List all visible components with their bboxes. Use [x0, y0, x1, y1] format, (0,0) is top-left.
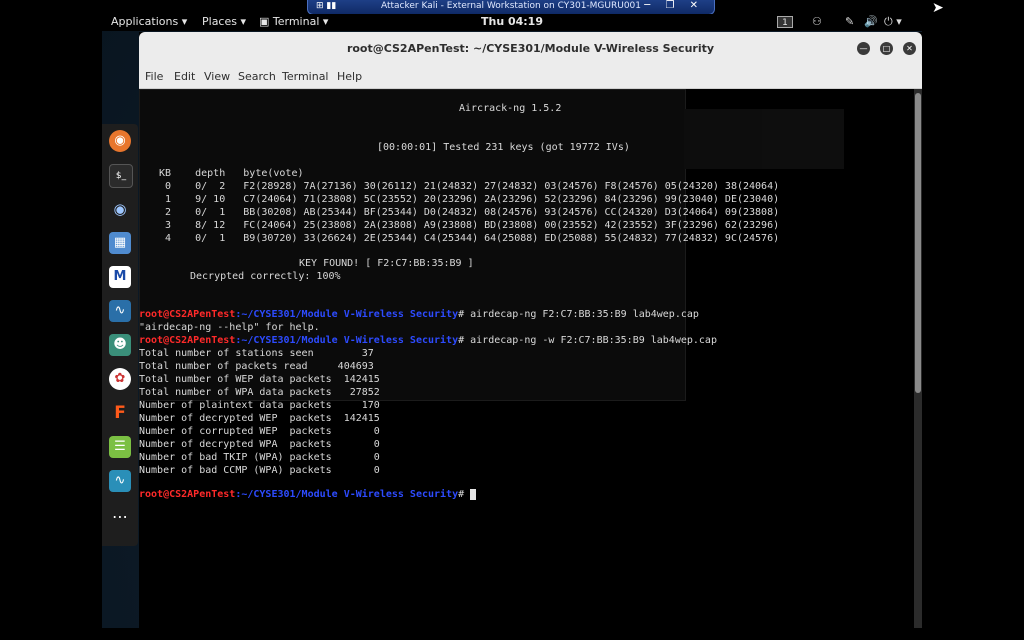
palette-icon[interactable]: ✿	[109, 368, 131, 390]
clock[interactable]: Thu 04:19	[102, 15, 922, 28]
workspace-indicator[interactable]: 1	[777, 16, 793, 28]
wireshark2-icon[interactable]: ∿	[109, 470, 131, 492]
aircrack-header: Aircrack-ng 1.5.2	[459, 103, 562, 114]
metasploit-icon[interactable]: M	[109, 266, 131, 288]
top-panel: Applications ▾ Places ▾ ▣ Terminal ▾ Thu…	[102, 14, 922, 31]
prompt-line: root@CS2APenTest:~/CYSE301/Module V-Wire…	[139, 334, 717, 347]
menu-terminal[interactable]: Terminal	[282, 70, 329, 83]
menu-search[interactable]: Search	[238, 70, 276, 83]
stat-line: Total number of WEP data packets 142415	[139, 374, 380, 385]
prompt-symbol: #	[458, 489, 465, 500]
aircrack-status: [00:00:01] Tested 231 keys (got 19772 IV…	[377, 142, 630, 153]
close-button[interactable]: ✕	[903, 42, 916, 55]
prompt-path: :~/CYSE301/Module V-Wireless Security	[235, 335, 459, 346]
vm-window-controls[interactable]: ─ ❐ ✕	[644, 0, 704, 11]
key-found: KEY FOUND! [ F2:C7:BB:35:B9 ]	[299, 258, 474, 269]
prompt-user: root@CS2APenTest	[139, 489, 236, 500]
scroll-thumb[interactable]	[915, 93, 921, 393]
users-icon[interactable]: ⚇	[812, 15, 822, 28]
menu-help[interactable]: Help	[337, 70, 362, 83]
guest-desktop: Applications ▾ Places ▾ ▣ Terminal ▾ Thu…	[102, 14, 922, 628]
vm-titlebar: ⊞ ▮▮ Attacker Kali - External Workstatio…	[307, 0, 715, 15]
prompt-user: root@CS2APenTest	[139, 335, 236, 346]
menu-edit[interactable]: Edit	[174, 70, 195, 83]
stat-line: Total number of stations seen 37	[139, 348, 374, 359]
prompt-line: root@CS2APenTest:~/CYSE301/Module V-Wire…	[139, 488, 477, 501]
prompt-line: root@CS2APenTest:~/CYSE301/Module V-Wire…	[139, 308, 699, 321]
prompt-path: :~/CYSE301/Module V-Wireless Security	[235, 309, 459, 320]
terminal-icon[interactable]: $_	[109, 164, 133, 188]
table-row: 3 8/ 12 FC(24064) 25(23808) 2A(23808) A9…	[159, 220, 780, 231]
dock: ◉ $_ ◉ ▦ M ∿ ☻ ✿ F ☰ ∿ ⋯	[102, 124, 138, 546]
table-row: 4 0/ 1 B9(30720) 33(26624) 2E(25344) C4(…	[159, 233, 780, 244]
power-icon[interactable]: ⏻ ▾	[884, 15, 902, 29]
wireshark-icon[interactable]: ∿	[109, 300, 131, 322]
avatar-icon[interactable]: ☻	[109, 334, 131, 356]
terminal-window[interactable]: root@CS2APenTest: ~/CYSE301/Module V-Wir…	[139, 32, 922, 628]
table-row: 0 0/ 2 F2(28928) 7A(27136) 30(26112) 21(…	[159, 181, 780, 192]
files-icon[interactable]: ▦	[109, 232, 131, 254]
window-title: root@CS2APenTest: ~/CYSE301/Module V-Wir…	[346, 42, 715, 55]
notes-icon[interactable]: ☰	[109, 436, 131, 458]
stat-line: Total number of packets read 404693	[139, 361, 374, 372]
scrollbar[interactable]	[914, 89, 922, 628]
app-grid-icon[interactable]: ⋯	[109, 506, 131, 528]
stat-line: Number of bad CCMP (WPA) packets 0	[139, 465, 380, 476]
maximize-button[interactable]: □	[880, 42, 893, 55]
mouse-pointer-icon: ➤	[932, 0, 944, 16]
stat-line: Number of corrupted WEP packets 0	[139, 426, 380, 437]
stat-line: Total number of WPA data packets 27852	[139, 387, 380, 398]
text-cursor	[470, 488, 477, 500]
table-header: KB depth byte(vote)	[159, 168, 304, 179]
terminal-output[interactable]: Aircrack-ng 1.5.2 [00:00:01] Tested 231 …	[139, 89, 914, 628]
command: # airdecap-ng F2:C7:BB:35:B9 lab4wep.cap	[458, 309, 699, 320]
volume-icon[interactable]: 🔊	[864, 15, 878, 28]
firefox-icon[interactable]: ◉	[109, 130, 131, 152]
stat-line: Number of decrypted WPA packets 0	[139, 439, 380, 450]
table-row: 1 9/ 10 C7(24064) 71(23808) 5C(23552) 20…	[159, 194, 780, 205]
command: # airdecap-ng -w F2:C7:BB:35:B9 lab4wep.…	[458, 335, 717, 346]
stat-line: Number of decrypted WEP packets 142415	[139, 413, 380, 424]
eye-icon[interactable]: ◉	[109, 198, 131, 220]
help-line: "airdecap-ng --help" for help.	[139, 322, 320, 333]
menu-file[interactable]: File	[145, 70, 163, 83]
decrypted-line: Decrypted correctly: 100%	[190, 271, 341, 282]
stat-line: Number of plaintext data packets 170	[139, 400, 380, 411]
terminal-menubar: File Edit View Search Terminal Help	[139, 66, 922, 89]
terminal-titlebar[interactable]: root@CS2APenTest: ~/CYSE301/Module V-Wir…	[139, 32, 922, 66]
menu-view[interactable]: View	[204, 70, 230, 83]
pen-icon[interactable]: ✎	[845, 15, 854, 28]
minimize-button[interactable]: —	[857, 42, 870, 55]
prompt-path: :~/CYSE301/Module V-Wireless Security	[235, 489, 459, 500]
prompt-user: root@CS2APenTest	[139, 309, 236, 320]
table-row: 2 0/ 1 BB(30208) AB(25344) BF(25344) D0(…	[159, 207, 780, 218]
flashy-icon[interactable]: F	[109, 402, 131, 424]
stat-line: Number of bad TKIP (WPA) packets 0	[139, 452, 380, 463]
